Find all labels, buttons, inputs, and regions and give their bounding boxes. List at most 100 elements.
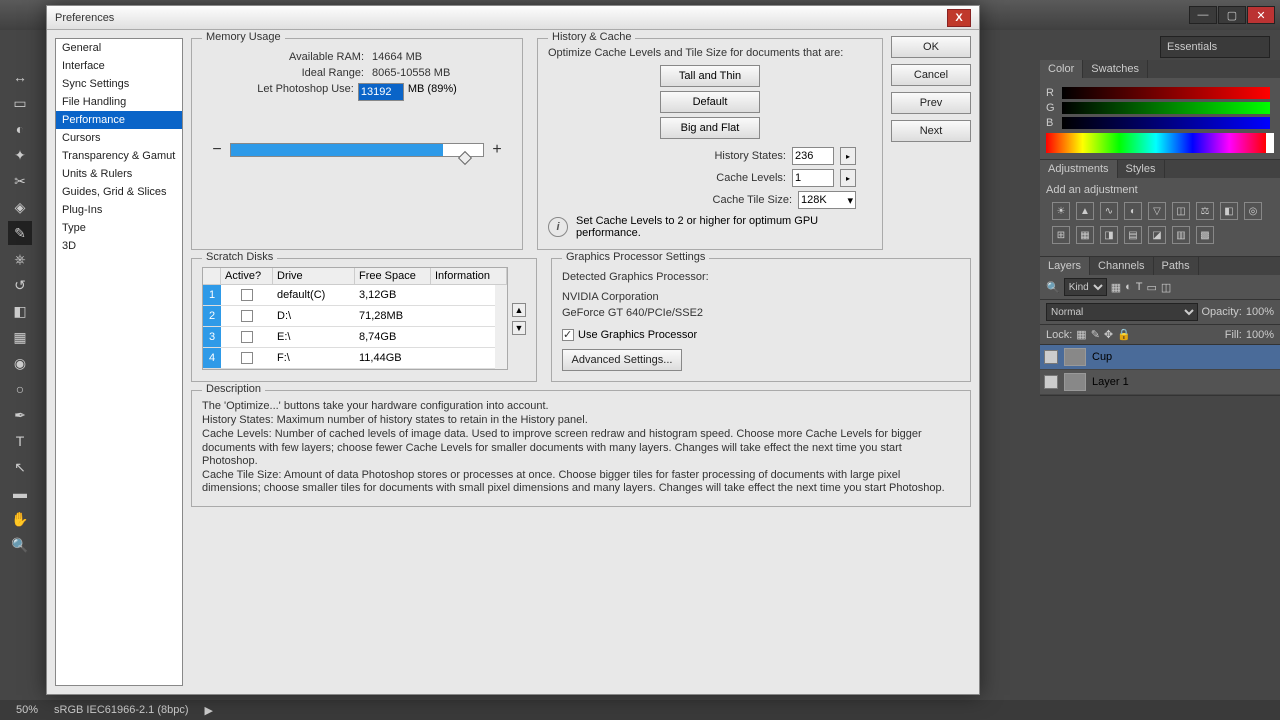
lock-all-icon[interactable]: 🔒	[1117, 328, 1131, 341]
r-slider[interactable]	[1062, 87, 1270, 99]
adj-mixer-icon[interactable]: ⊞	[1052, 226, 1070, 244]
lock-trans-icon[interactable]: ▦	[1076, 328, 1086, 341]
slider-minus[interactable]: −	[210, 141, 224, 159]
scratch-row[interactable]: 3 E:\ 8,74GB	[203, 327, 507, 348]
adj-bw-icon[interactable]: ◧	[1220, 202, 1238, 220]
sidebar-item-3d[interactable]: 3D	[56, 237, 182, 255]
adj-balance-icon[interactable]: ⚖	[1196, 202, 1214, 220]
dialog-close-button[interactable]: X	[947, 9, 971, 27]
hand-tool-icon[interactable]: ✋	[8, 507, 32, 531]
history-states-stepper[interactable]: ▸	[840, 147, 856, 165]
tab-swatches[interactable]: Swatches	[1083, 60, 1148, 78]
rectangle-tool-icon[interactable]: ▬	[8, 481, 32, 505]
move-tool-icon[interactable]: ↔	[8, 65, 32, 89]
big-flat-button[interactable]: Big and Flat	[660, 117, 760, 139]
layer-row[interactable]: Cup	[1040, 345, 1280, 370]
scratch-active-checkbox[interactable]	[241, 331, 253, 343]
lasso-tool-icon[interactable]: ◐	[8, 117, 32, 141]
advanced-settings-button[interactable]: Advanced Settings...	[562, 349, 682, 371]
sidebar-item-units[interactable]: Units & Rulers	[56, 165, 182, 183]
gradient-tool-icon[interactable]: ▦	[8, 325, 32, 349]
scratch-row[interactable]: 4 F:\ 11,44GB	[203, 348, 507, 369]
scratch-row[interactable]: 1 default(C) 3,12GB	[203, 285, 507, 306]
tab-layers[interactable]: Layers	[1040, 257, 1090, 275]
scratch-move-up[interactable]: ▲	[512, 303, 526, 317]
adj-curves-icon[interactable]: ∿	[1100, 202, 1118, 220]
wand-tool-icon[interactable]: ✦	[8, 143, 32, 167]
sidebar-item-type[interactable]: Type	[56, 219, 182, 237]
scratch-row[interactable]: 2 D:\ 71,28MB	[203, 306, 507, 327]
type-tool-icon[interactable]: T	[8, 429, 32, 453]
filter-shape-icon[interactable]: ▭	[1147, 281, 1157, 294]
adj-lookup-icon[interactable]: ▦	[1076, 226, 1094, 244]
tab-adjustments[interactable]: Adjustments	[1040, 160, 1118, 178]
visibility-icon[interactable]	[1044, 375, 1058, 389]
fill-value[interactable]: 100%	[1246, 329, 1274, 341]
tab-paths[interactable]: Paths	[1154, 257, 1199, 275]
sidebar-item-cursors[interactable]: Cursors	[56, 129, 182, 147]
color-spectrum[interactable]	[1046, 133, 1274, 153]
scratch-move-down[interactable]: ▼	[512, 321, 526, 335]
sidebar-item-transparency[interactable]: Transparency & Gamut	[56, 147, 182, 165]
scratch-active-checkbox[interactable]	[241, 352, 253, 364]
cache-levels-stepper[interactable]: ▸	[840, 169, 856, 187]
dodge-tool-icon[interactable]: ○	[8, 377, 32, 401]
slider-plus[interactable]: +	[490, 141, 504, 159]
eyedropper-tool-icon[interactable]: ◈	[8, 195, 32, 219]
eraser-tool-icon[interactable]: ◧	[8, 299, 32, 323]
tab-styles[interactable]: Styles	[1118, 160, 1165, 178]
stamp-tool-icon[interactable]: ⎈	[8, 247, 32, 271]
adj-selective-icon[interactable]: ▩	[1196, 226, 1214, 244]
sidebar-item-sync[interactable]: Sync Settings	[56, 75, 182, 93]
cache-tile-dropdown[interactable]: 128K▾	[798, 191, 856, 209]
maximize-button[interactable]: ▢	[1218, 6, 1246, 24]
zoom-level[interactable]: 50%	[16, 704, 38, 716]
crop-tool-icon[interactable]: ✂	[8, 169, 32, 193]
lock-pixel-icon[interactable]: ✎	[1091, 328, 1100, 341]
g-slider[interactable]	[1062, 102, 1270, 114]
visibility-icon[interactable]	[1044, 350, 1058, 364]
cache-levels-input[interactable]	[792, 169, 834, 187]
adj-levels-icon[interactable]: ▲	[1076, 202, 1094, 220]
scratch-scrollbar[interactable]	[495, 285, 507, 369]
workspace-switcher[interactable]: Essentials	[1160, 36, 1270, 58]
next-button[interactable]: Next	[891, 120, 971, 142]
filter-adjust-icon[interactable]: ◐	[1125, 281, 1132, 293]
marquee-tool-icon[interactable]: ▭	[8, 91, 32, 115]
scratch-active-checkbox[interactable]	[241, 289, 253, 301]
ok-button[interactable]: OK	[891, 36, 971, 58]
blur-tool-icon[interactable]: ◉	[8, 351, 32, 375]
sidebar-item-general[interactable]: General	[56, 39, 182, 57]
brush-tool-icon[interactable]: ✎	[8, 221, 32, 245]
minimize-button[interactable]: —	[1189, 6, 1217, 24]
sidebar-item-plugins[interactable]: Plug-Ins	[56, 201, 182, 219]
zoom-tool-icon[interactable]: 🔍	[8, 533, 32, 557]
adj-gradient-icon[interactable]: ▥	[1172, 226, 1190, 244]
filter-smart-icon[interactable]: ◫	[1161, 281, 1171, 294]
history-states-input[interactable]	[792, 147, 834, 165]
cancel-button[interactable]: Cancel	[891, 64, 971, 86]
adj-poster-icon[interactable]: ▤	[1124, 226, 1142, 244]
sidebar-item-guides[interactable]: Guides, Grid & Slices	[56, 183, 182, 201]
layer-row[interactable]: Layer 1	[1040, 370, 1280, 395]
let-use-input[interactable]	[358, 83, 404, 101]
adj-exposure-icon[interactable]: ◐	[1124, 202, 1142, 220]
prev-button[interactable]: Prev	[891, 92, 971, 114]
sidebar-item-filehandling[interactable]: File Handling	[56, 93, 182, 111]
sidebar-item-performance[interactable]: Performance	[56, 111, 182, 129]
adj-brightness-icon[interactable]: ☀	[1052, 202, 1070, 220]
sidebar-item-interface[interactable]: Interface	[56, 57, 182, 75]
b-slider[interactable]	[1062, 117, 1270, 129]
default-button[interactable]: Default	[660, 91, 760, 113]
path-tool-icon[interactable]: ↖	[8, 455, 32, 479]
blend-mode-select[interactable]: Normal	[1046, 303, 1198, 321]
adj-hue-icon[interactable]: ◫	[1172, 202, 1190, 220]
filter-pixel-icon[interactable]: ▦	[1111, 281, 1121, 294]
tall-thin-button[interactable]: Tall and Thin	[660, 65, 760, 87]
tab-channels[interactable]: Channels	[1090, 257, 1153, 275]
memory-slider[interactable]	[230, 143, 484, 157]
adj-invert-icon[interactable]: ◨	[1100, 226, 1118, 244]
opacity-value[interactable]: 100%	[1246, 306, 1274, 318]
tab-color[interactable]: Color	[1040, 60, 1083, 78]
layer-filter-kind[interactable]: Kind	[1064, 278, 1107, 296]
